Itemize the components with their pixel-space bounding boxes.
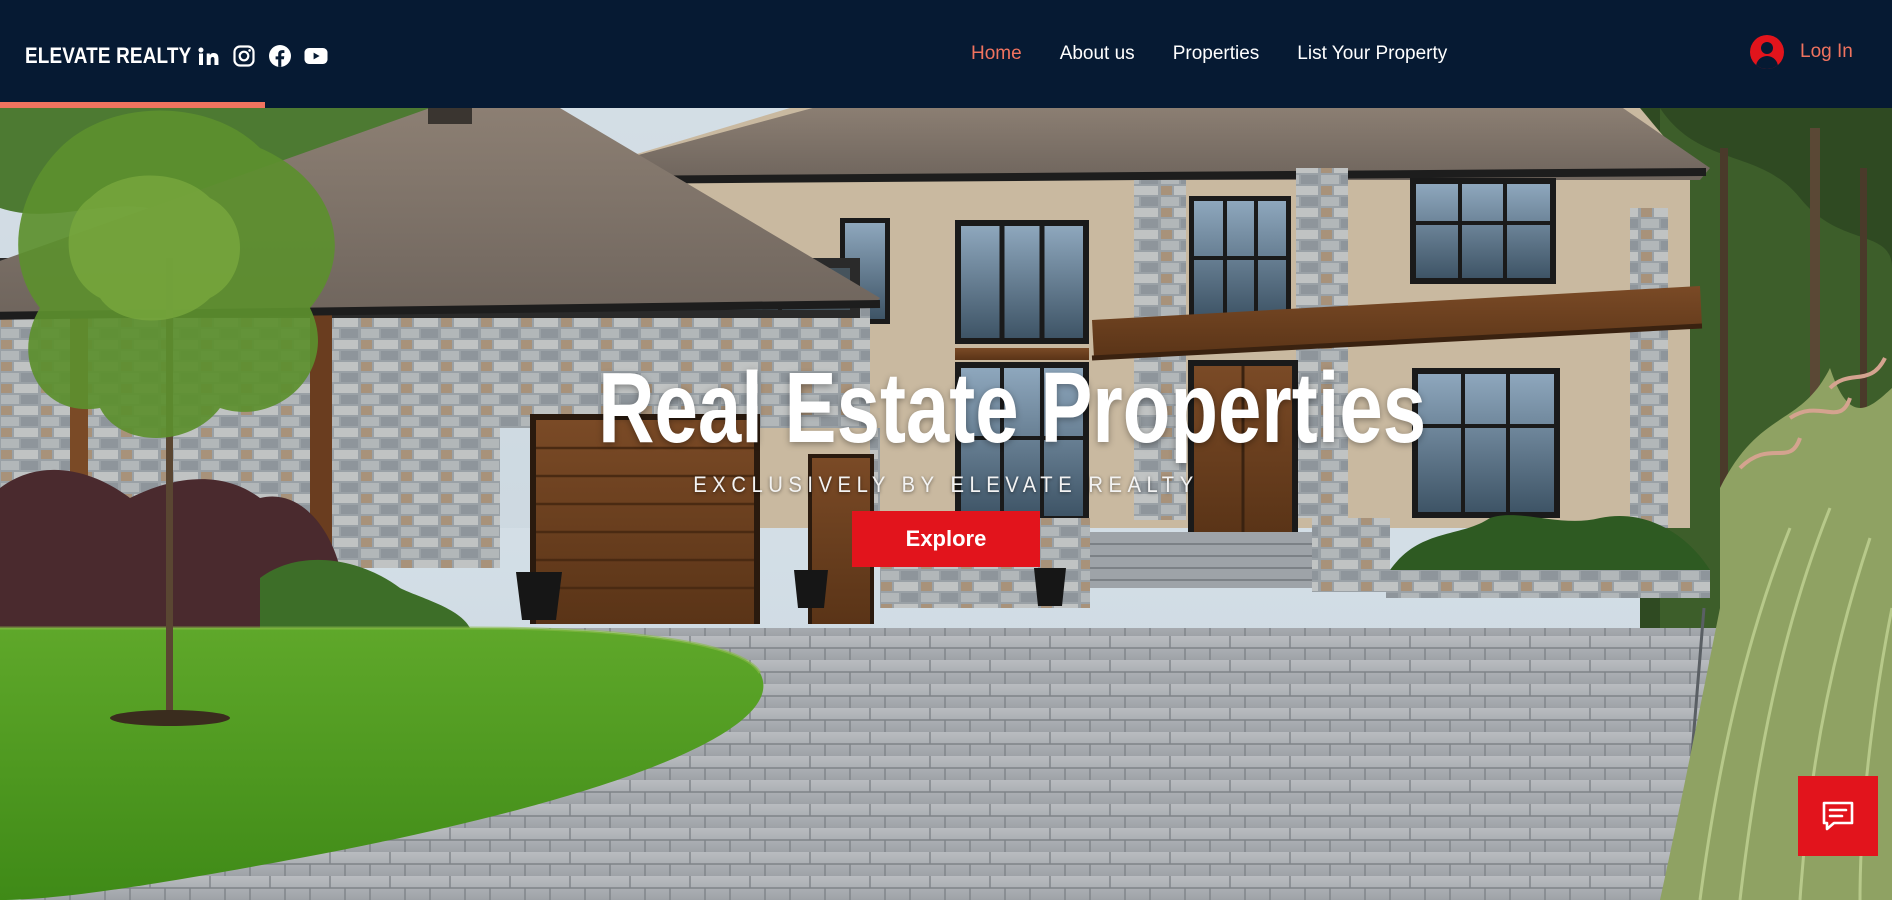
facebook-icon[interactable] <box>268 44 292 68</box>
site-header: ELEVATE REALTY Home About us Properties … <box>0 0 1892 108</box>
social-links <box>196 43 328 69</box>
login-label: Log In <box>1800 41 1853 62</box>
hero-title: Real Estate Properties <box>598 352 1427 464</box>
explore-button[interactable]: Explore <box>852 511 1040 567</box>
login-button[interactable]: Log In <box>1750 34 1853 70</box>
brand-logo[interactable]: ELEVATE REALTY <box>25 43 191 69</box>
chat-icon <box>1822 801 1854 831</box>
user-avatar-icon <box>1750 35 1784 69</box>
nav-item-about-us[interactable]: About us <box>1060 40 1135 68</box>
chat-button[interactable] <box>1798 776 1878 856</box>
nav-item-home[interactable]: Home <box>971 40 1022 68</box>
instagram-icon[interactable] <box>232 44 256 68</box>
nav-item-list-your-property[interactable]: List Your Property <box>1297 40 1447 68</box>
hero-subtitle: EXCLUSIVELY BY ELEVATE REALTY <box>693 472 1199 497</box>
youtube-icon[interactable] <box>304 44 328 68</box>
hero-overlay: Real Estate Properties EXCLUSIVELY BY EL… <box>0 108 1892 900</box>
linkedin-icon[interactable] <box>196 44 220 68</box>
nav-item-properties[interactable]: Properties <box>1173 40 1260 68</box>
main-nav: Home About us Properties List Your Prope… <box>971 40 1447 68</box>
hero-section: Real Estate Properties EXCLUSIVELY BY EL… <box>0 108 1892 900</box>
